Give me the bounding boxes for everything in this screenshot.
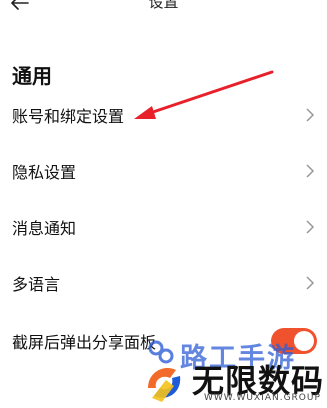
toggle-knob (294, 331, 314, 351)
chevron-right-icon (306, 220, 315, 234)
chevron-right-icon (306, 164, 315, 178)
row-label: 账号和绑定设置 (12, 107, 125, 126)
section-title-general: 通用 (12, 64, 52, 88)
watermark-brand-sub: WWW.WUXIAN.GROUP (204, 393, 321, 403)
row-label: 隐私设置 (12, 163, 77, 182)
chevron-right-icon (306, 276, 315, 290)
top-bar: 设置 (0, 0, 327, 18)
watermark-logo (148, 368, 181, 402)
settings-row-privacy[interactable]: 隐私设置 (0, 146, 327, 196)
settings-row-language[interactable]: 多语言 (0, 258, 327, 308)
chevron-right-icon (306, 108, 315, 122)
settings-row-notifications[interactable]: 消息通知 (0, 202, 327, 252)
row-label: 消息通知 (12, 219, 77, 238)
settings-row-account-binding[interactable]: 账号和绑定设置 (0, 90, 327, 140)
page-title: 设置 (148, 0, 179, 11)
row-label: 多语言 (12, 275, 61, 294)
row-label: 截屏后弹出分享面板 (12, 333, 157, 352)
